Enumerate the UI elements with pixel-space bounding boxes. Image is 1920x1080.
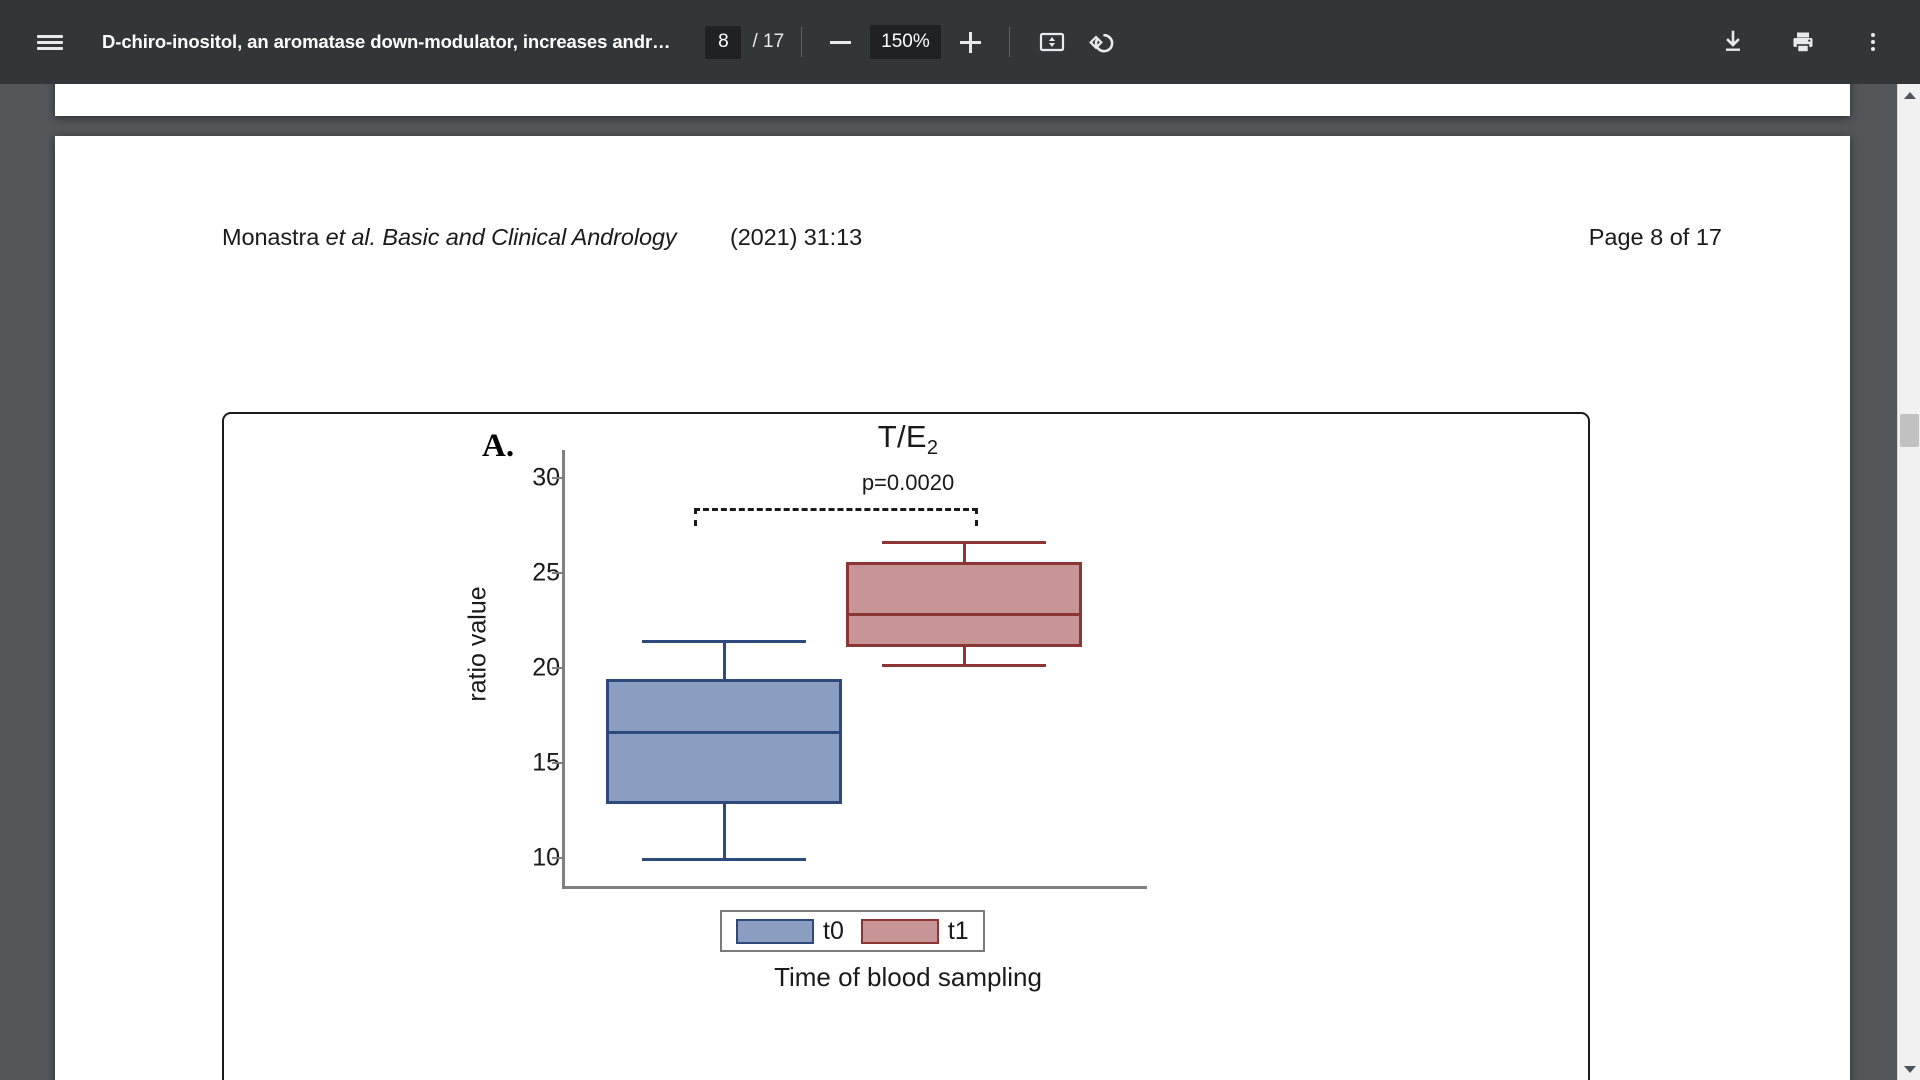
hamburger-line	[37, 40, 63, 44]
legend-swatch-t1	[860, 918, 939, 944]
whisker-upper	[722, 639, 726, 680]
minus-icon	[829, 40, 851, 44]
rotate-counterclockwise-icon	[1089, 33, 1114, 52]
whisker-lower	[722, 804, 726, 858]
y-axis-label: ratio value	[463, 586, 492, 702]
zoom-controls: 150%	[819, 21, 992, 63]
fit-to-page-icon	[1039, 32, 1064, 52]
legend-label-t0: t0	[823, 916, 844, 945]
scrollbar-thumb[interactable]	[1900, 414, 1919, 447]
document-title: D-chiro-inositol, an aromatase down-modu…	[102, 31, 671, 52]
y-tick-mark	[552, 572, 563, 575]
y-tick-mark	[552, 856, 563, 859]
legend-item-t0[interactable]: t0	[736, 917, 844, 946]
plus-icon	[960, 31, 982, 53]
page-total-label: / 17	[752, 31, 785, 52]
y-tick-mark	[552, 667, 563, 669]
pdf-page-current: Monastra et al. Basic and Clinical Andro…	[55, 136, 1850, 1080]
y-tick-mark	[552, 477, 563, 480]
median-line	[606, 730, 842, 734]
scroll-down-button[interactable]	[1898, 1058, 1920, 1080]
toolbar-right-actions	[1708, 17, 1898, 67]
scroll-up-button[interactable]	[1898, 84, 1920, 106]
print-icon	[1793, 32, 1813, 53]
header-journal: et al. Basic and Clinical Andrology	[325, 224, 677, 250]
zoom-in-button[interactable]	[950, 21, 992, 63]
box-iqr	[606, 679, 842, 805]
whisker-upper	[962, 540, 966, 562]
legend-swatch-t0	[736, 918, 814, 944]
header-volume: (2021) 31:13	[729, 224, 863, 250]
whisker-cap-min	[642, 857, 806, 861]
chart-legend: t0 t1	[720, 910, 985, 952]
whisker-cap-max	[642, 639, 806, 643]
whisker-lower	[962, 647, 966, 665]
chevron-up-icon	[1903, 91, 1916, 99]
header-page-indicator: Page 8 of 17	[1588, 224, 1722, 250]
kebab-dot	[1870, 39, 1876, 45]
pdf-page-previous	[55, 84, 1850, 116]
download-button[interactable]	[1708, 17, 1758, 67]
rotate-counterclockwise-button[interactable]	[1077, 17, 1127, 67]
kebab-dot	[1870, 32, 1876, 38]
zoom-out-button[interactable]	[819, 21, 861, 63]
legend-label-t1: t1	[947, 916, 969, 945]
hamburger-line	[37, 34, 63, 38]
document-running-header: Monastra et al. Basic and Clinical Andro…	[222, 224, 1722, 251]
whisker-cap-max	[882, 540, 1046, 544]
hamburger-menu-icon[interactable]	[25, 17, 75, 67]
vertical-scrollbar[interactable]	[1897, 84, 1920, 1080]
toolbar-divider	[801, 27, 803, 57]
y-axis-line	[562, 450, 565, 888]
page-number-input[interactable]	[705, 25, 742, 59]
figure-panel-a: A. T/E2 p=0.0020 ratio value 10 15 20 25 30 …	[222, 412, 1590, 1080]
header-authors: Monastra	[222, 224, 320, 250]
print-button[interactable]	[1778, 17, 1828, 67]
legend-item-t1[interactable]: t1	[860, 916, 969, 946]
kebab-dot	[1870, 46, 1876, 52]
download-icon	[1726, 30, 1740, 51]
hamburger-line	[37, 46, 63, 50]
zoom-level-value[interactable]: 150%	[870, 25, 941, 59]
chevron-down-icon	[1903, 1065, 1916, 1073]
x-axis-label: Time of blood sampling	[774, 962, 1042, 992]
more-options-button[interactable]	[1848, 17, 1898, 67]
x-axis-line	[562, 886, 1147, 889]
header-citation: Monastra et al. Basic and Clinical Andro…	[222, 224, 862, 251]
page-navigation: / 17	[705, 25, 785, 59]
median-line	[846, 613, 1082, 617]
box-iqr	[846, 561, 1082, 648]
y-tick-mark	[552, 761, 563, 764]
boxplot-plot-area: ratio value 10 15 20 25 30 t0 t1 Time of blo…	[224, 414, 1588, 1080]
fit-to-page-button[interactable]	[1027, 17, 1077, 67]
significance-bracket	[694, 508, 978, 526]
toolbar-divider	[1008, 27, 1010, 57]
pdf-viewer-canvas[interactable]: Monastra et al. Basic and Clinical Andro…	[0, 84, 1897, 1080]
whisker-cap-min	[882, 664, 1046, 668]
pdf-viewer-toolbar: D-chiro-inositol, an aromatase down-modu…	[0, 0, 1920, 84]
